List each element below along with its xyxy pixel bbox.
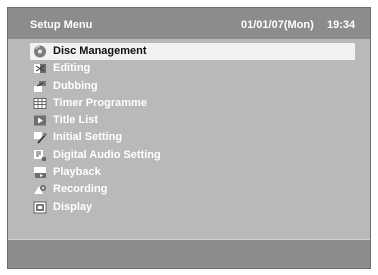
date-display: 01/01/07(Mon) xyxy=(241,19,314,31)
editing-icon xyxy=(33,62,47,75)
menu-item-editing[interactable]: Editing xyxy=(30,60,355,77)
menu-item-label: Disc Management xyxy=(53,45,147,57)
title-list-icon xyxy=(33,114,47,127)
playback-icon xyxy=(33,166,47,179)
initial-setting-icon xyxy=(33,131,47,145)
menu-item-timer-programme[interactable]: Timer Programme xyxy=(30,95,355,112)
menu-item-label: Playback xyxy=(53,166,101,179)
menu-item-label: Recording xyxy=(53,183,108,196)
menu-item-initial-setting[interactable]: Initial Setting xyxy=(30,129,355,146)
menu-item-label: Digital Audio Setting xyxy=(53,148,161,161)
menu-item-label: Initial Setting xyxy=(53,131,123,144)
header-bar: Setup Menu 01/01/07(Mon) 19:34 xyxy=(8,8,370,39)
dubbing-icon xyxy=(33,80,47,93)
setup-menu-screen: Setup Menu 01/01/07(Mon) 19:34 Disc Mana… xyxy=(7,7,371,269)
menu-item-label: Dubbing xyxy=(53,79,98,92)
setup-menu-list: Disc Management Editing Dubbing Timer Pr… xyxy=(30,43,355,216)
menu-item-label: Display xyxy=(53,200,93,213)
menu-item-playback[interactable]: Playback xyxy=(30,164,355,181)
menu-item-label: Title List xyxy=(53,114,99,127)
menu-item-label: Timer Programme xyxy=(53,96,147,109)
menu-item-digital-audio-setting[interactable]: Digital Audio Setting xyxy=(30,147,355,164)
time-display: 19:34 xyxy=(327,19,356,31)
digital-audio-icon xyxy=(33,149,47,162)
recording-icon xyxy=(33,183,47,196)
menu-item-label: Editing xyxy=(53,62,91,75)
menu-item-title-list[interactable]: Title List xyxy=(30,112,355,129)
menu-item-display[interactable]: Display xyxy=(30,199,355,216)
menu-item-recording[interactable]: Recording xyxy=(30,181,355,198)
menu-title: Setup Menu xyxy=(30,19,93,31)
display-icon xyxy=(33,201,47,214)
timer-icon xyxy=(33,97,47,110)
footer-bar xyxy=(8,240,370,268)
menu-item-disc-management[interactable]: Disc Management xyxy=(30,43,355,61)
menu-item-dubbing[interactable]: Dubbing xyxy=(30,78,355,95)
disc-icon xyxy=(33,45,47,58)
